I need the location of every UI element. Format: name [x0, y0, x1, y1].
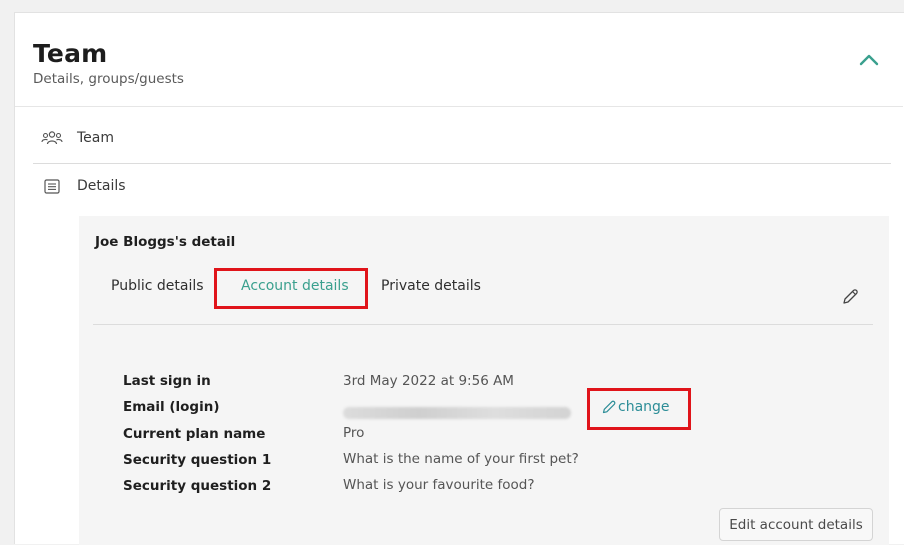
nav-item-details[interactable]: Details	[41, 178, 126, 194]
pencil-icon[interactable]	[841, 288, 859, 306]
chevron-up-icon[interactable]	[857, 51, 881, 69]
field-label: Last sign in	[123, 373, 211, 389]
field-value-security-q2: What is your favourite food?	[343, 477, 535, 493]
tab-private-details[interactable]: Private details	[381, 278, 481, 294]
field-value-plan: Pro	[343, 425, 365, 441]
list-icon	[41, 178, 63, 194]
nav-item-team-label: Team	[77, 130, 115, 146]
people-icon	[41, 130, 63, 146]
edit-account-details-button[interactable]: Edit account details	[719, 508, 873, 541]
field-value-last-sign-in: 3rd May 2022 at 9:56 AM	[343, 373, 514, 389]
field-label: Security question 2	[123, 478, 272, 494]
section-subtitle: Details, groups/guests	[33, 71, 184, 87]
field-value-security-q1: What is the name of your first pet?	[343, 451, 579, 467]
nav-item-details-label: Details	[77, 178, 126, 194]
nav-divider	[33, 163, 891, 164]
tabs-divider	[93, 324, 873, 325]
header-divider	[15, 106, 903, 107]
highlight-box-account-tab	[214, 268, 368, 309]
panel-title: Joe Bloggs's detail	[95, 234, 236, 250]
tab-public-details[interactable]: Public details	[111, 278, 204, 294]
field-label: Email (login)	[123, 399, 220, 415]
field-label: Security question 1	[123, 452, 272, 468]
field-label: Current plan name	[123, 426, 266, 442]
highlight-box-change	[587, 388, 691, 430]
section-header: Team Details, groups/guests	[33, 39, 184, 87]
redacted-email	[343, 407, 571, 419]
section-title: Team	[33, 39, 108, 68]
details-panel: Joe Bloggs's detail Public details Accou…	[79, 216, 889, 545]
team-card: Team Details, groups/guests Team Details…	[14, 12, 904, 545]
nav-item-team[interactable]: Team	[41, 130, 114, 146]
